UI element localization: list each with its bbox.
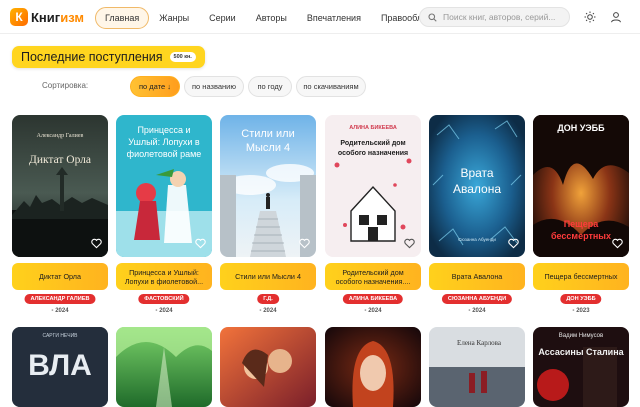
logo-mark-icon: К — [10, 8, 28, 26]
sort-by-year-button[interactable]: по году — [248, 76, 292, 97]
search-input[interactable] — [443, 12, 563, 22]
heart-icon[interactable] — [91, 238, 102, 249]
book-author-badge[interactable]: Г.Д. — [257, 294, 279, 304]
book-year: 2024 — [220, 308, 316, 314]
book-author-badge[interactable]: АЛИНА БИКЕЕВА — [342, 294, 404, 304]
book-title[interactable]: Пещера бессмертных — [533, 263, 629, 290]
heart-icon[interactable] — [404, 238, 415, 249]
book-author-badge[interactable]: СЮЗАННА АБУЕНДИ — [441, 294, 513, 304]
book-cover[interactable] — [220, 327, 316, 407]
cover-title-text: Диктат Орла — [29, 154, 91, 166]
cover-title-line: Стили или — [241, 128, 294, 140]
book-cover[interactable]: АЛИНА БИКЕЕВА Родительский дом особого н… — [325, 115, 421, 257]
book-title[interactable]: Принцесса и Ушлый: Лопухи в фиолетовой..… — [116, 263, 212, 290]
book-cover[interactable]: Александр Галиев Диктат Орла — [12, 115, 108, 257]
book-title[interactable]: Диктат Орла — [12, 263, 108, 290]
sort-label: Сортировка: — [42, 81, 89, 90]
cover-title-line: Мысли 4 — [246, 142, 290, 154]
book-cover[interactable] — [325, 327, 421, 407]
book-cover[interactable]: САРГИ НЕЧИВ ВЛА — [12, 327, 108, 407]
sun-icon[interactable] — [584, 11, 596, 23]
book-title[interactable]: Родительский дом особого назначения.... — [325, 263, 421, 290]
cover-author-text: АЛИНА БИКЕЕВА — [349, 125, 397, 131]
book-cover[interactable]: Принцесса и Ушлый: Лопухи в фиолетовой р… — [116, 115, 212, 257]
cover-title-line: особого назначения — [338, 149, 408, 157]
nav-item-series[interactable]: Серии — [199, 7, 246, 29]
user-icon[interactable] — [610, 11, 622, 23]
book-year: 2024 — [116, 308, 212, 314]
cover-title-line: Принцесса и — [137, 125, 190, 135]
cover-title-line: Авалона — [453, 182, 501, 196]
book-cover[interactable]: Вадим Нимусов Ассасины Сталина — [533, 327, 629, 407]
book-year: 2024 — [12, 308, 108, 314]
search-icon — [428, 12, 437, 22]
book-title[interactable]: Врата Авалона — [429, 263, 525, 290]
nav-item-home[interactable]: Главная — [95, 7, 150, 29]
book-author-badge[interactable]: ФАСТОВСКИЙ — [138, 294, 190, 304]
book-title[interactable]: Стили или Мысли 4 — [220, 263, 316, 290]
svg-text:САРГИ НЕЧИВ: САРГИ НЕЧИВ — [42, 333, 78, 339]
book-cover[interactable] — [116, 327, 212, 407]
heart-icon[interactable] — [612, 238, 623, 249]
logo-text: Книгизм — [31, 9, 84, 25]
book-year: 2024 — [429, 308, 525, 314]
site-logo[interactable]: К Книгизм — [10, 8, 84, 26]
book-author-badge[interactable]: ДОН УЭББ — [560, 294, 602, 304]
sort-by-date-button[interactable]: по дате ↓ — [130, 76, 180, 97]
count-badge: 500 кн. — [169, 52, 196, 62]
cover-title-line: Пещера — [564, 219, 600, 229]
sort-by-downloads-button[interactable]: по скачиваниям — [296, 76, 366, 97]
svg-text:ВЛА: ВЛА — [28, 349, 92, 382]
sort-by-title-button[interactable]: по названию — [184, 76, 244, 97]
cover-title-line: Ушлый: Лопухи в — [128, 137, 200, 147]
nav-item-authors[interactable]: Авторы — [246, 7, 297, 29]
top-header: К Книгизм Главная Жанры Серии Авторы Впе… — [0, 0, 640, 34]
book-cover[interactable]: Врата Авалона Сюзанна Абуенди — [429, 115, 525, 257]
nav-item-impressions[interactable]: Впечатления — [297, 7, 371, 29]
book-cover[interactable]: Елена Карлова — [429, 327, 525, 407]
nav-item-genres[interactable]: Жанры — [149, 7, 199, 29]
book-year: 2023 — [533, 308, 629, 314]
svg-text:Елена Карлова: Елена Карлова — [457, 339, 502, 347]
book-cover[interactable]: ДОН УЭББ Пещера бессмертных — [533, 115, 629, 257]
cover-author-text: Александр Галиев — [37, 133, 84, 139]
svg-text:Вадим Нимусов: Вадим Нимусов — [559, 333, 603, 339]
cover-title-line: фиолетовой раме — [127, 149, 202, 159]
heart-icon[interactable] — [508, 238, 519, 249]
section-title: Последние поступления 500 кн. — [12, 46, 205, 68]
heart-icon[interactable] — [195, 238, 206, 249]
cover-title-line: Врата — [460, 166, 493, 180]
cover-author-text: Сюзанна Абуенди — [458, 237, 496, 242]
book-year: 2024 — [325, 308, 421, 314]
main-nav: Главная Жанры Серии Авторы Впечатления П… — [95, 7, 472, 29]
book-cover[interactable]: Стили или Мысли 4 — [220, 115, 316, 257]
svg-text:Ассасины Сталина: Ассасины Сталина — [538, 347, 624, 357]
book-author-badge[interactable]: АЛЕКСАНДР ГАЛИЕВ — [24, 294, 96, 304]
cover-author-text: ДОН УЭББ — [557, 123, 605, 133]
heart-icon[interactable] — [299, 238, 310, 249]
cover-title-line: бессмертных — [551, 231, 611, 241]
cover-title-line: Родительский дом — [340, 139, 405, 147]
search-box[interactable] — [419, 7, 570, 27]
section-title-text: Последние поступления — [21, 50, 163, 64]
